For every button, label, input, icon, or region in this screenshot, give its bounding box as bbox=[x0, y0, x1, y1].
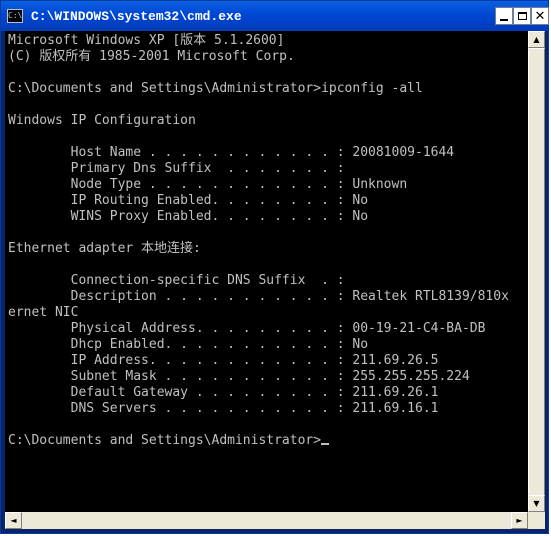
window-title: C:\WINDOWS\system32\cmd.exe bbox=[31, 9, 242, 24]
console-line: Microsoft Windows XP [版本 5.1.2600] bbox=[8, 33, 285, 48]
close-button[interactable]: ✕ bbox=[531, 7, 549, 25]
chevron-left-icon: ◄ bbox=[10, 516, 17, 525]
scroll-left-button[interactable]: ◄ bbox=[5, 512, 22, 529]
chevron-right-icon: ► bbox=[516, 516, 523, 525]
console-line: Dhcp Enabled. . . . . . . . . . . : No bbox=[8, 337, 369, 352]
scroll-up-button[interactable]: ▲ bbox=[528, 31, 545, 48]
console-line: (C) 版权所有 1985-2001 Microsoft Corp. bbox=[8, 49, 295, 64]
maximize-icon bbox=[517, 12, 527, 20]
console-line: Host Name . . . . . . . . . . . . : 2008… bbox=[8, 145, 455, 160]
console-line: ernet NIC bbox=[8, 305, 79, 320]
maximize-button[interactable] bbox=[513, 7, 531, 25]
console-line: WINS Proxy Enabled. . . . . . . . : No bbox=[8, 209, 369, 224]
text-cursor bbox=[321, 443, 330, 445]
console-window: C:\ C:\WINDOWS\system32\cmd.exe ✕ Micros… bbox=[0, 0, 549, 534]
console-line: DNS Servers . . . . . . . . . . . : 211.… bbox=[8, 401, 439, 416]
console-line: C:\Documents and Settings\Administrator> bbox=[8, 433, 330, 449]
console-line: Physical Address. . . . . . . . . : 00-1… bbox=[8, 321, 486, 336]
console-line: IP Address. . . . . . . . . . . . : 211.… bbox=[8, 353, 439, 368]
console-line: Description . . . . . . . . . . . : Real… bbox=[8, 289, 509, 304]
console-line: Windows IP Configuration bbox=[8, 113, 196, 128]
horizontal-scrollbar[interactable]: ◄ ► bbox=[5, 512, 528, 529]
chevron-up-icon: ▲ bbox=[533, 35, 540, 44]
console-line: Connection-specific DNS Suffix . : bbox=[8, 273, 345, 288]
minimize-icon bbox=[500, 19, 508, 21]
console-line: IP Routing Enabled. . . . . . . . : No bbox=[8, 193, 369, 208]
vertical-scroll-thumb[interactable] bbox=[528, 48, 545, 498]
console-line: Default Gateway . . . . . . . . . : 211.… bbox=[8, 385, 439, 400]
console-line: Node Type . . . . . . . . . . . . : Unkn… bbox=[8, 177, 408, 192]
console-output[interactable]: Microsoft Windows XP [版本 5.1.2600] (C) 版权… bbox=[5, 31, 528, 512]
console-line: Primary Dns Suffix . . . . . . . : bbox=[8, 161, 345, 176]
close-icon: ✕ bbox=[534, 8, 546, 24]
console-line: Subnet Mask . . . . . . . . . . . : 255.… bbox=[8, 369, 470, 384]
scroll-right-button[interactable]: ► bbox=[511, 512, 528, 529]
vertical-scrollbar[interactable]: ▲ ▼ bbox=[528, 31, 545, 512]
scroll-down-button[interactable]: ▼ bbox=[528, 495, 545, 512]
console-line: Ethernet adapter 本地连接: bbox=[8, 241, 201, 256]
minimize-button[interactable] bbox=[495, 7, 513, 25]
console-icon[interactable]: C:\ bbox=[7, 9, 23, 23]
scrollbar-corner bbox=[528, 512, 545, 529]
chevron-down-icon: ▼ bbox=[533, 499, 540, 508]
title-bar[interactable]: C:\ C:\WINDOWS\system32\cmd.exe ✕ bbox=[1, 1, 549, 31]
console-line: C:\Documents and Settings\Administrator>… bbox=[8, 81, 423, 96]
